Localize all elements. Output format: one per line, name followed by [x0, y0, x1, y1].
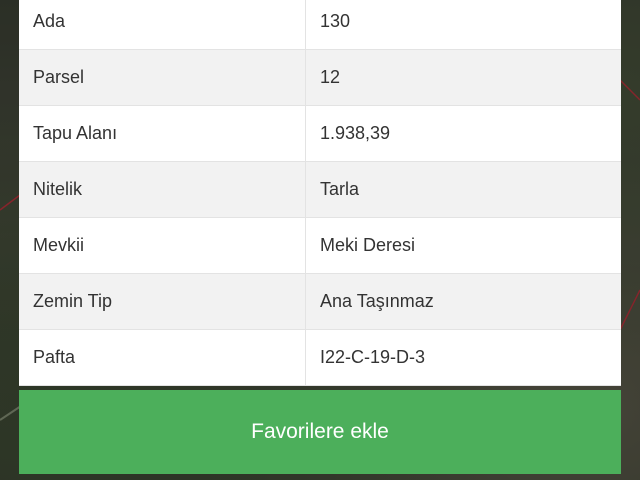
- row-label: Pafta: [19, 330, 306, 385]
- row-label: Nitelik: [19, 162, 306, 217]
- row-value: 130: [320, 11, 351, 31]
- table-row: Tapu Alanı 1.938,39: [19, 106, 621, 162]
- row-label: Tapu Alanı: [19, 106, 306, 161]
- table-row: Parsel 12: [19, 50, 621, 106]
- table-row: Ada 130: [19, 0, 621, 50]
- row-value: Tarla: [320, 179, 360, 199]
- table-row: Nitelik Tarla: [19, 162, 621, 218]
- row-label: Parsel: [19, 50, 306, 105]
- table-row: Pafta I22-C-19-D-3: [19, 330, 621, 386]
- add-to-favorites-button[interactable]: Favorilere ekle: [19, 390, 621, 474]
- table-row: Zemin Tip Ana Taşınmaz: [19, 274, 621, 330]
- row-label: Ada: [19, 0, 306, 49]
- table-row: Mevkii Meki Deresi: [19, 218, 621, 274]
- row-value: Ana Taşınmaz: [320, 291, 434, 311]
- row-label: Mevkii: [19, 218, 306, 273]
- parcel-info-table: Ada 130 Parsel 12 Tapu Alanı 1.938,39 Ni…: [19, 0, 621, 386]
- row-value: Meki Deresi: [320, 235, 416, 255]
- row-value: 1.938,39: [320, 123, 391, 143]
- row-value: 12: [320, 67, 341, 87]
- row-value: I22-C-19-D-3: [320, 347, 426, 367]
- row-label: Zemin Tip: [19, 274, 306, 329]
